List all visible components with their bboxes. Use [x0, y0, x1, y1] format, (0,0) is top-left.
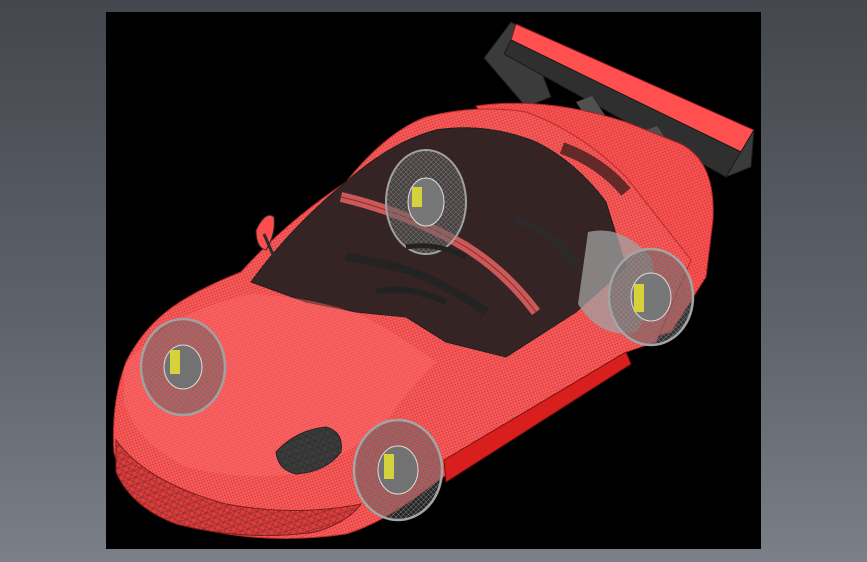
wheel-icon[interactable]: [139, 317, 227, 417]
cad-viewport[interactable]: [106, 12, 761, 549]
wheel-icon[interactable]: [352, 418, 444, 522]
wheel-icon[interactable]: [385, 149, 467, 255]
car-model-render: [113, 21, 755, 539]
